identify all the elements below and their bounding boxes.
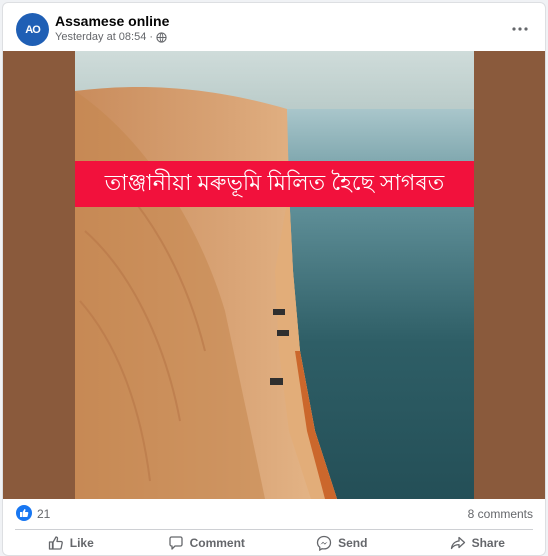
share-arrow-icon	[450, 535, 466, 551]
comment-count[interactable]: 8 comments	[468, 507, 533, 521]
like-button[interactable]: Like	[3, 531, 139, 555]
like-reaction-icon[interactable]	[16, 505, 32, 521]
avatar[interactable]: AO	[16, 13, 49, 46]
post-actions: Like Comment Send Share	[3, 531, 545, 555]
post-meta: Yesterday at 08:54 ·	[55, 31, 167, 43]
post-options-button[interactable]	[507, 15, 533, 39]
page-name[interactable]: Assamese online	[55, 13, 169, 29]
share-label: Share	[471, 536, 505, 550]
like-label: Like	[69, 536, 94, 550]
avatar-text: AO	[25, 23, 40, 36]
messenger-icon	[316, 535, 332, 551]
comment-label: Comment	[189, 536, 245, 550]
actions-divider	[15, 529, 533, 530]
meta-separator: ·	[149, 31, 154, 43]
post-stats: 21 8 comments	[3, 503, 545, 527]
more-horizontal-icon	[512, 18, 528, 36]
comment-button[interactable]: Comment	[139, 531, 275, 555]
post-photo[interactable]: তাঞ্জানীয়া মৰুভূমি মিলিত হৈছে সাগৰত	[75, 51, 474, 499]
post-header: AO Assamese online Yesterday at 08:54 ·	[3, 3, 545, 51]
post-card: AO Assamese online Yesterday at 08:54 ·	[2, 2, 546, 556]
globe-icon[interactable]	[156, 31, 167, 43]
timestamp[interactable]: Yesterday at 08:54	[55, 31, 146, 43]
like-count[interactable]: 21	[37, 507, 50, 521]
send-label: Send	[338, 536, 368, 550]
send-button[interactable]: Send	[274, 531, 410, 555]
thumbs-up-icon	[48, 535, 64, 551]
share-button[interactable]: Share	[410, 531, 546, 555]
comment-icon	[168, 535, 184, 551]
caption-banner: তাঞ্জানীয়া মৰুভূমি মিলিত হৈছে সাগৰত	[75, 161, 474, 207]
post-media[interactable]: তাঞ্জানীয়া মৰুভূমি মিলিত হৈছে সাগৰত	[3, 51, 545, 499]
desert-sea-photo	[75, 51, 474, 499]
